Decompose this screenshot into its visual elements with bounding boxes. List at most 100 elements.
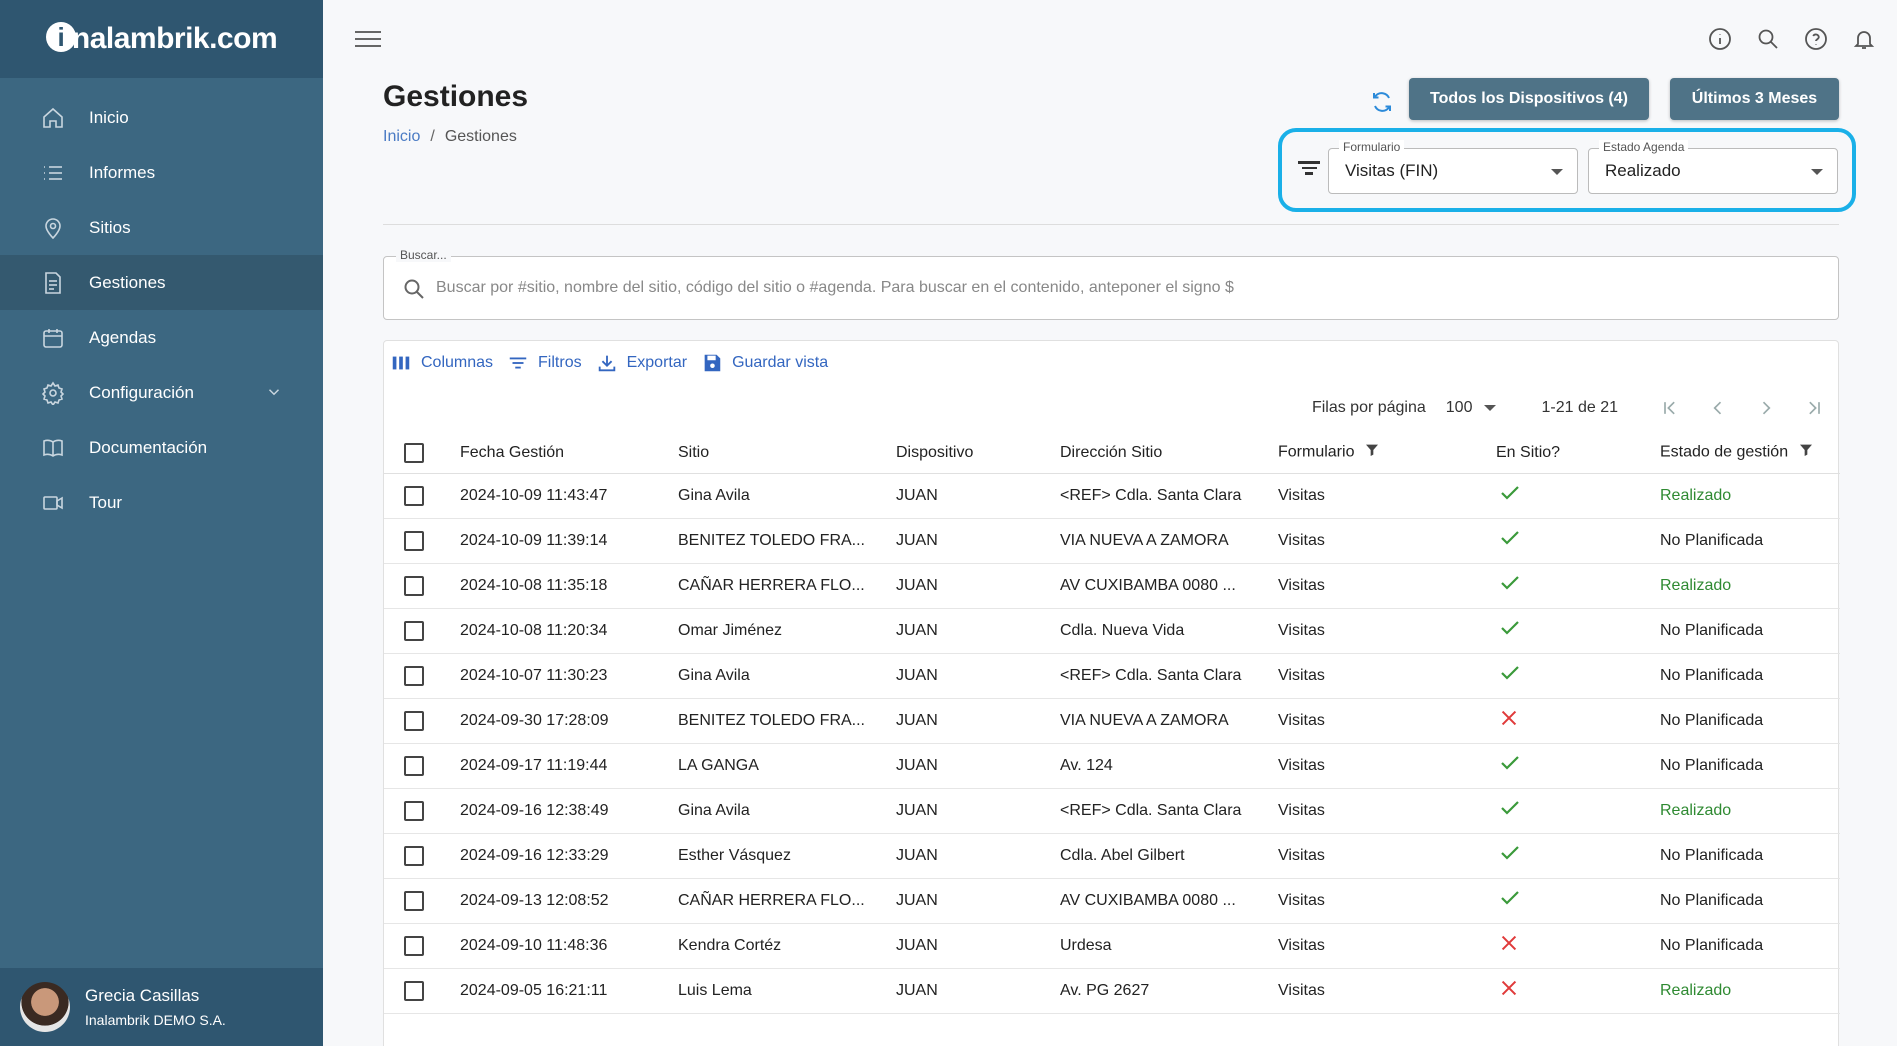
cell-estado: No Planificada — [1660, 833, 1840, 879]
prev-page-icon[interactable] — [1694, 393, 1742, 423]
funnel-icon[interactable] — [1364, 442, 1380, 463]
cell-direccion: AV CUXIBAMBA 0080 ... — [1060, 878, 1278, 924]
row-checkbox[interactable] — [404, 890, 424, 911]
brand-logo[interactable]: i nalambrik.com — [0, 0, 323, 78]
sidebar-item-tour[interactable]: Tour — [0, 475, 323, 530]
row-select-cell — [384, 788, 460, 834]
table-row[interactable]: 2024-10-09 11:39:14 BENITEZ TOLEDO FRA...… — [384, 518, 1840, 564]
row-checkbox[interactable] — [404, 980, 424, 1001]
breadcrumb-home-link[interactable]: Inicio — [383, 128, 420, 145]
rows-per-page-select[interactable]: 100 — [1446, 399, 1497, 417]
all-devices-button[interactable]: Todos los Dispositivos (4) — [1409, 78, 1649, 120]
row-select-cell — [384, 923, 460, 969]
first-page-icon[interactable] — [1646, 393, 1694, 423]
home-icon — [40, 105, 66, 131]
row-select-cell — [384, 878, 460, 924]
col-formulario[interactable]: Formulario — [1278, 433, 1496, 474]
table-row[interactable]: 2024-10-09 11:43:47 Gina Avila JUAN <REF> C… — [384, 473, 1840, 519]
select-all-checkbox[interactable] — [404, 442, 424, 463]
check-icon — [1498, 576, 1522, 599]
row-select-cell — [384, 608, 460, 654]
sidebar-item-label: Documentación — [89, 437, 208, 457]
cell-estado: No Planificada — [1660, 743, 1840, 789]
row-checkbox[interactable] — [404, 800, 424, 821]
table-row[interactable]: 2024-09-16 12:38:49 Gina Avila JUAN <REF> C… — [384, 788, 1840, 834]
row-checkbox[interactable] — [404, 710, 424, 731]
cell-formulario: Visitas — [1278, 608, 1496, 654]
info-icon[interactable] — [1705, 24, 1735, 54]
chevron-down-icon[interactable] — [265, 383, 283, 406]
row-checkbox[interactable] — [404, 935, 424, 956]
table-row[interactable]: 2024-10-08 11:35:18 CAÑAR HERRERA FLO... J… — [384, 563, 1840, 609]
cell-formulario: Visitas — [1278, 968, 1496, 1014]
table-header-row: Fecha Gestión Sitio Dispositivo Direcció… — [384, 433, 1840, 474]
sidebar-item-inicio[interactable]: Inicio — [0, 90, 323, 145]
cell-en-sitio — [1496, 968, 1660, 1014]
select-all-cell — [384, 433, 460, 474]
filter-lines-icon[interactable] — [1296, 158, 1322, 184]
gear-icon — [40, 380, 66, 406]
cell-direccion: Urdesa — [1060, 923, 1278, 969]
table-row[interactable]: 2024-09-30 17:28:09 BENITEZ TOLEDO FRA...… — [384, 698, 1840, 744]
table-row[interactable]: 2024-09-13 12:08:52 CAÑAR HERRERA FLO... J… — [384, 878, 1840, 924]
row-select-cell — [384, 833, 460, 879]
rows-per-page-value: 100 — [1445, 399, 1473, 416]
cell-sitio: Esther Vásquez — [678, 833, 896, 879]
columns-button[interactable]: Columnas — [390, 351, 493, 375]
funnel-icon[interactable] — [1798, 442, 1814, 463]
table-row[interactable]: 2024-09-05 16:21:11 Luis Lema JUAN Av. PG 2… — [384, 968, 1840, 1014]
page-title: Gestiones — [383, 80, 529, 113]
table-row[interactable]: 2024-09-17 11:19:44 LA GANGA JUAN Av. 124 Vi… — [384, 743, 1840, 789]
search-field[interactable]: Buscar... — [383, 248, 1839, 320]
row-checkbox[interactable] — [404, 755, 424, 776]
col-dispositivo[interactable]: Dispositivo — [896, 433, 1060, 474]
sidebar-item-sitios[interactable]: Sitios — [0, 200, 323, 255]
save-view-button[interactable]: Guardar vista — [701, 351, 828, 375]
row-select-cell — [384, 518, 460, 564]
estado-agenda-select[interactable]: Estado Agenda Realizado — [1588, 140, 1838, 194]
close-icon — [1498, 935, 1520, 958]
search-input[interactable] — [436, 273, 1816, 303]
search-icon[interactable] — [1753, 24, 1783, 54]
menu-icon[interactable] — [355, 26, 381, 52]
filters-button[interactable]: Filtros — [507, 351, 582, 375]
table-row[interactable]: 2024-10-08 11:20:34 Omar Jiménez JUAN Cdla.… — [384, 608, 1840, 654]
cell-estado: Realizado — [1660, 473, 1840, 519]
bell-icon[interactable] — [1849, 24, 1879, 54]
last-3-months-button[interactable]: Últimos 3 Meses — [1670, 78, 1839, 120]
table-row[interactable]: 2024-09-16 12:33:29 Esther Vásquez JUAN Cdl… — [384, 833, 1840, 879]
row-checkbox[interactable] — [404, 530, 424, 551]
row-checkbox[interactable] — [404, 620, 424, 641]
last-page-icon[interactable] — [1790, 393, 1838, 423]
cell-fecha: 2024-10-07 11:30:23 — [460, 653, 678, 699]
table-row[interactable]: 2024-10-07 11:30:23 Gina Avila JUAN <REF> C… — [384, 653, 1840, 699]
sidebar-item-agendas[interactable]: Agendas — [0, 310, 323, 365]
cell-fecha: 2024-10-08 11:35:18 — [460, 563, 678, 609]
sidebar-item-label: Configuración — [89, 382, 194, 402]
export-button[interactable]: Exportar — [596, 351, 687, 375]
row-checkbox[interactable] — [404, 575, 424, 596]
sidebar-item-gestiones[interactable]: Gestiones — [0, 255, 323, 310]
table-row[interactable]: 2024-09-10 11:48:36 Kendra Cortéz JUAN Urde… — [384, 923, 1840, 969]
cell-estado: No Planificada — [1660, 518, 1840, 564]
col-direccion[interactable]: Dirección Sitio — [1060, 433, 1278, 474]
formulario-select[interactable]: Formulario Visitas (FIN) — [1328, 140, 1578, 194]
cell-formulario: Visitas — [1278, 743, 1496, 789]
col-en-sitio[interactable]: En Sitio? — [1496, 433, 1660, 474]
sidebar-item-informes[interactable]: Informes — [0, 145, 323, 200]
col-fecha[interactable]: Fecha Gestión — [460, 433, 678, 474]
col-estado[interactable]: Estado de gestión — [1660, 433, 1840, 474]
row-checkbox[interactable] — [404, 665, 424, 686]
cell-formulario: Visitas — [1278, 833, 1496, 879]
help-icon[interactable] — [1801, 24, 1831, 54]
formulario-value: Visitas (FIN) — [1345, 161, 1439, 180]
row-checkbox[interactable] — [404, 485, 424, 506]
col-sitio[interactable]: Sitio — [678, 433, 896, 474]
sidebar-item-documentacion[interactable]: Documentación — [0, 420, 323, 475]
row-checkbox[interactable] — [404, 845, 424, 866]
next-page-icon[interactable] — [1742, 393, 1790, 423]
sidebar-item-configuracion[interactable]: Configuración — [0, 365, 323, 420]
user-profile[interactable]: Grecia Casillas Inalambrik DEMO S.A. — [0, 968, 323, 1046]
refresh-icon[interactable] — [1367, 87, 1397, 117]
logo-text: nalambrik.com — [71, 22, 278, 55]
